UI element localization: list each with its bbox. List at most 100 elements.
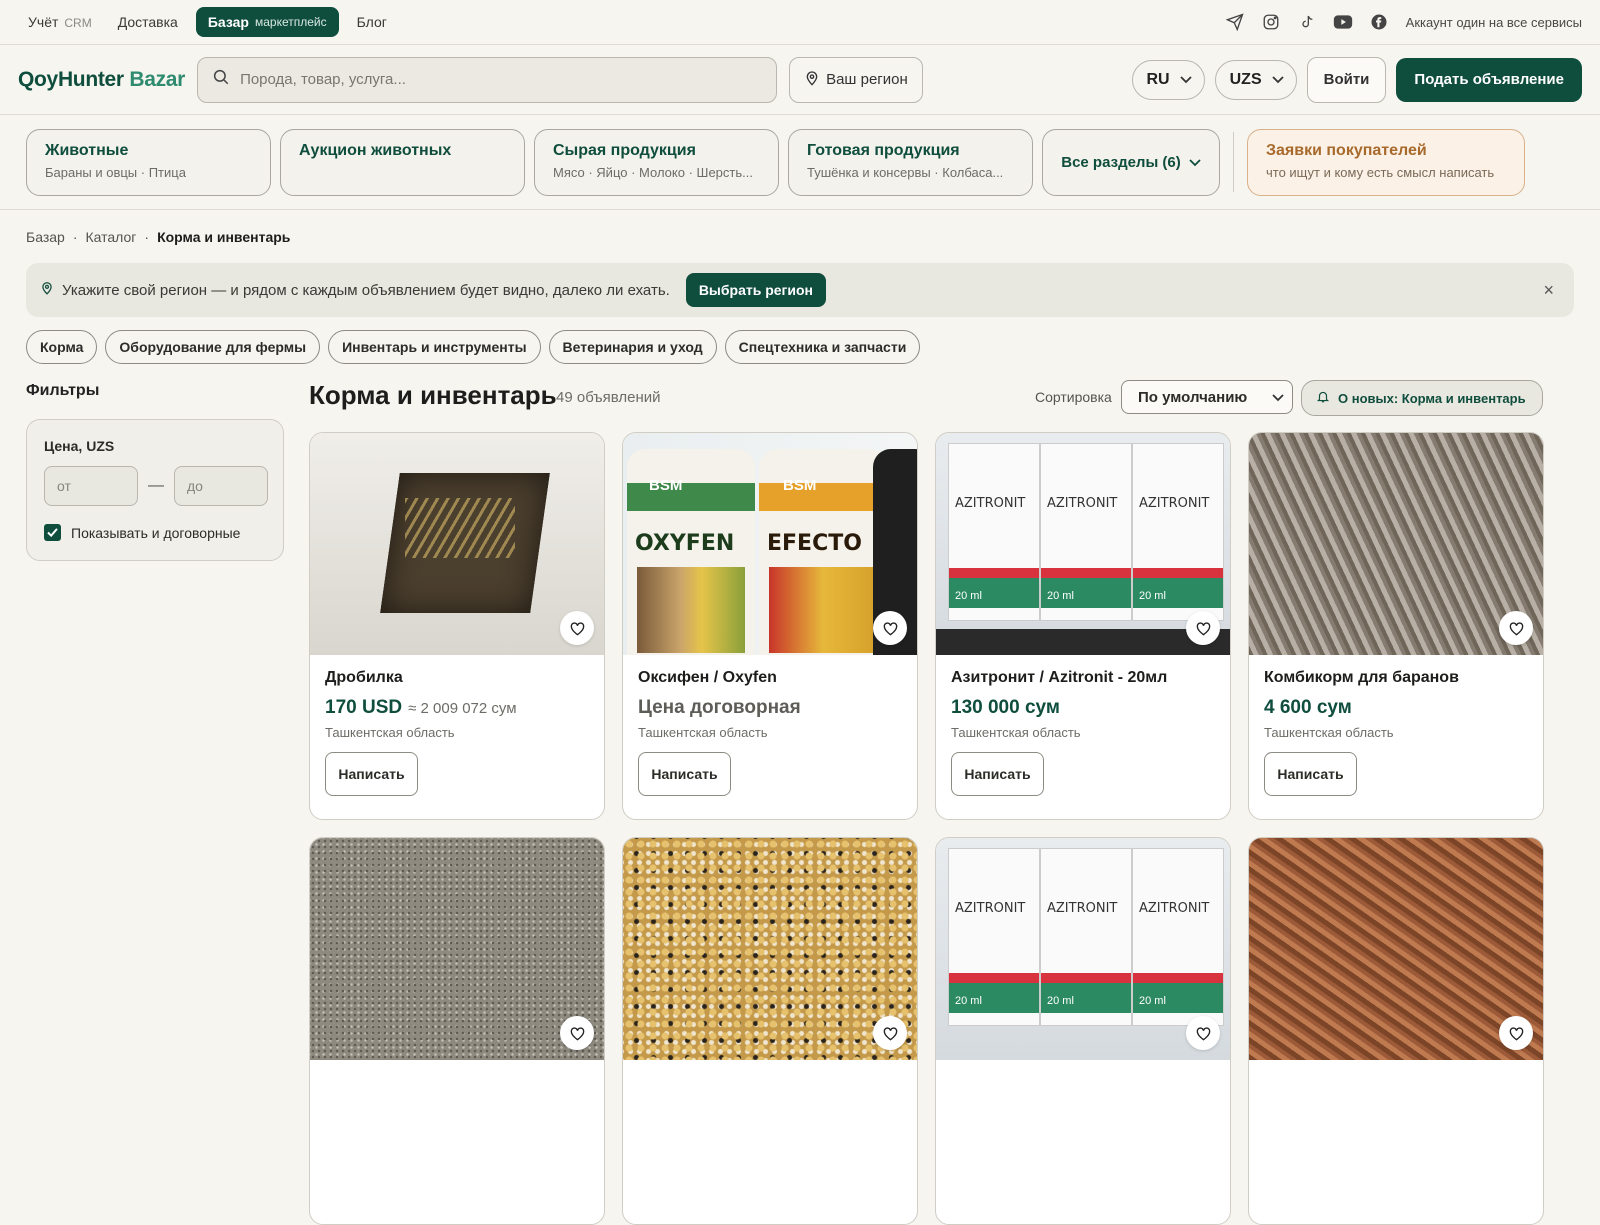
listing-count: 49 объявлений [556,389,661,406]
main-header: QoyHunter Bazar Ваш регион RU UZS Войти … [0,45,1600,115]
currency-select[interactable]: UZS [1214,59,1297,100]
listing-card[interactable] [309,837,605,1225]
region-banner: Укажите свой регион — и рядом с каждым о… [26,263,1574,317]
all-sections-button[interactable]: Все разделы (6) [1042,128,1220,196]
listing-card[interactable]: Дробилка 170 USD ≈ 2 009 072 сум Ташкент… [309,432,605,820]
logo[interactable]: QoyHunter Bazar [18,68,185,92]
category-bar: Животные Бараны и овцы · Птица Аукцион ж… [0,115,1600,210]
card-price: 170 USD ≈ 2 009 072 сум [325,697,517,718]
login-button[interactable]: Войти [1306,56,1387,103]
divider [1233,132,1234,192]
product-image [1249,838,1543,1060]
card-location: Ташкентская область [951,725,1081,740]
heart-icon[interactable] [1186,1016,1220,1050]
heart-icon[interactable] [873,611,907,645]
category-finished-products[interactable]: Готовая продукция Тушёнка и консервы · К… [788,128,1033,196]
product-image: AZITRONIT 20 ml AZITRONIT 20 ml AZITRONIT 2… [936,433,1230,655]
close-icon[interactable]: × [1543,280,1554,301]
product-image: AZITRONIT 20 ml AZITRONIT 20 ml AZITRONIT 2… [936,838,1230,1060]
heart-icon[interactable] [1499,611,1533,645]
chip-veterinary[interactable]: Ветеринария и уход [548,330,717,364]
product-image [310,838,604,1060]
breadcrumb-bazar[interactable]: Базар [26,229,65,245]
chevron-down-icon [1189,154,1201,171]
card-location: Ташкентская область [638,725,768,740]
instagram-icon[interactable] [1260,11,1282,33]
facebook-icon[interactable] [1368,11,1390,33]
chip-tools[interactable]: Инвентарь и инструменты [328,330,541,364]
heart-icon[interactable] [1499,1016,1533,1050]
checkbox-checked[interactable] [44,524,61,541]
heart-icon[interactable] [560,1016,594,1050]
chip-feed[interactable]: Корма [26,330,98,364]
youtube-icon[interactable] [1332,11,1354,33]
listing-card[interactable]: BSM OXYFEN BSM EFECTO Оксифен / Oxyfen Ц… [622,432,918,820]
heart-icon[interactable] [560,611,594,645]
product-image [1249,433,1543,655]
category-raw-products[interactable]: Сырая продукция Мясо · Яйцо · Молоко · Ш… [534,128,779,196]
buyer-requests-button[interactable]: Заявки покупателей что ищут и кому есть … [1247,128,1525,196]
card-price: 4 600 сум [1264,697,1352,718]
top-link-delivery[interactable]: Доставка [118,14,178,30]
card-price: Цена договорная [638,697,801,718]
chip-farm-equipment[interactable]: Оборудование для фермы [105,330,321,364]
write-button[interactable]: Написать [638,752,731,796]
price-to-input[interactable] [174,466,268,506]
sort-label: Сортировка [1035,389,1112,405]
listing-card[interactable] [1248,837,1544,1225]
card-title[interactable]: Комбикорм для баранов [1264,669,1528,687]
search-icon [212,68,230,91]
card-price: 130 000 сум [951,697,1060,718]
negotiable-toggle[interactable]: Показывать и договорные [44,524,266,541]
top-bar: Учёт CRM Доставка Базар маркетплейс Блог… [0,0,1600,45]
price-label: Цена, UZS [44,438,115,454]
page-title: Корма и инвентарь [309,380,557,410]
card-title[interactable]: Оксифен / Oxyfen [638,669,902,687]
language-select[interactable]: RU [1131,59,1205,100]
filters-title: Фильтры [26,382,100,399]
heart-icon[interactable] [873,1016,907,1050]
subscribe-button[interactable]: О новых: Корма и инвентарь [1301,380,1543,416]
category-animals[interactable]: Животные Бараны и овцы · Птица [26,128,271,196]
listing-card[interactable]: AZITRONIT 20 ml AZITRONIT 20 ml AZITRONIT 2… [935,837,1231,1225]
listing-card[interactable]: AZITRONIT 20 ml AZITRONIT 20 ml AZITRONIT 2… [935,432,1231,820]
chevron-down-icon [1271,71,1284,89]
post-ad-button[interactable]: Подать объявление [1396,57,1582,102]
search-input[interactable] [240,71,763,88]
location-pin-icon [40,280,54,300]
product-image: BSM OXYFEN BSM EFECTO [623,433,917,655]
top-link-blog[interactable]: Блог [357,14,387,30]
heart-icon[interactable] [1186,611,1220,645]
banner-text: Укажите свой регион — и рядом с каждым о… [62,281,670,299]
bell-icon [1316,389,1330,407]
card-title[interactable]: Азитронит / Azitronit - 20мл [951,669,1215,687]
tiktok-icon[interactable] [1296,11,1318,33]
listing-card[interactable]: Комбикорм для баранов 4 600 сум Ташкентс… [1248,432,1544,820]
breadcrumb-catalog[interactable]: Каталог [85,229,136,245]
product-image [310,433,604,655]
top-link-bazar-active[interactable]: Базар маркетплейс [195,7,339,37]
card-location: Ташкентская область [325,725,455,740]
price-filter: Цена, UZS — Показывать и договорные [26,419,284,561]
choose-region-button[interactable]: Выбрать регион [685,273,826,307]
listing-card[interactable] [622,837,918,1225]
breadcrumb-current: Корма и инвентарь [157,229,291,245]
telegram-icon[interactable] [1224,11,1246,33]
location-pin-icon [804,69,820,91]
chevron-down-icon [1272,389,1284,406]
search-box[interactable] [197,56,778,103]
chevron-down-icon [1179,71,1192,89]
chip-machinery[interactable]: Спецтехника и запчасти [724,330,921,364]
price-from-input[interactable] [44,466,138,506]
card-title[interactable]: Дробилка [325,669,589,687]
top-link-crm[interactable]: Учёт CRM [28,14,92,30]
account-note: Аккаунт один на все сервисы [1405,14,1582,30]
category-auction[interactable]: Аукцион животных [280,128,525,196]
region-button[interactable]: Ваш регион [789,56,923,103]
product-image [623,838,917,1060]
write-button[interactable]: Написать [1264,752,1357,796]
breadcrumb: Базар · Каталог · Корма и инвентарь [26,229,291,245]
sort-select[interactable]: По умолчанию [1121,380,1293,414]
write-button[interactable]: Написать [325,752,418,796]
write-button[interactable]: Написать [951,752,1044,796]
